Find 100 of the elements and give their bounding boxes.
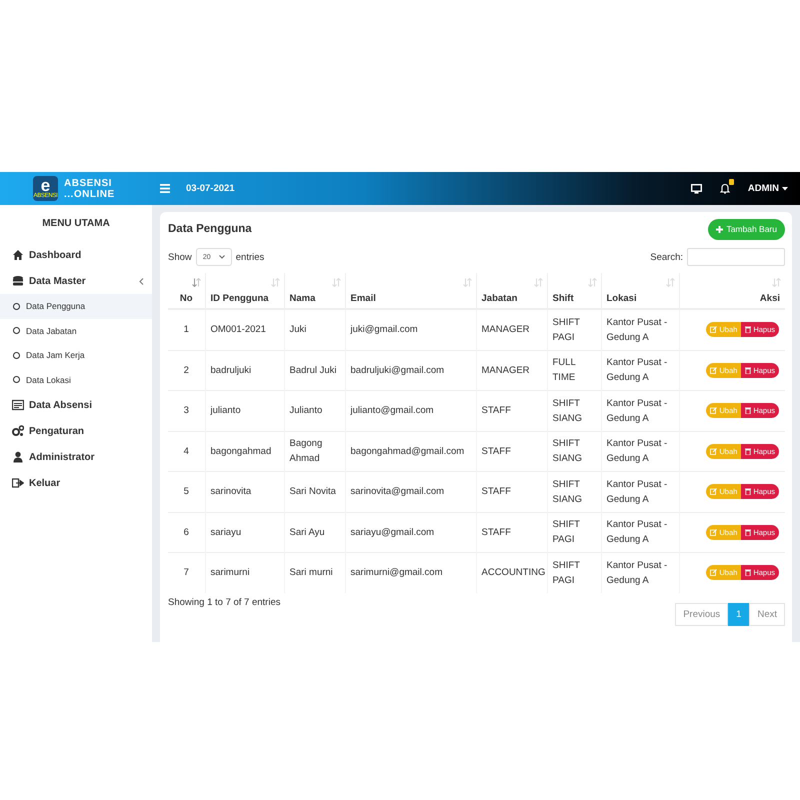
table-cell: SHIFT SIANG	[547, 390, 601, 431]
table-cell: sarimurni@gmail.com	[345, 552, 476, 592]
brand-name: ABSENSI	[64, 178, 113, 188]
column-header[interactable]: Shift	[547, 273, 601, 309]
table-cell: 2	[168, 350, 205, 390]
sort-icon[interactable]	[270, 278, 280, 287]
table-cell: MANAGER	[476, 350, 547, 390]
edit-icon	[710, 569, 718, 576]
edit-icon	[710, 407, 718, 414]
column-header[interactable]: ID Pengguna	[205, 273, 284, 309]
sidebar-item[interactable]: Data Master	[0, 268, 152, 294]
trash-icon	[745, 407, 752, 414]
entries-label: entries	[236, 252, 264, 262]
table-cell: Sari Ayu	[284, 512, 345, 552]
trash-icon	[745, 488, 752, 496]
home-icon	[12, 249, 24, 261]
edit-icon	[710, 488, 718, 496]
gears-icon	[12, 425, 24, 437]
sort-icon[interactable]	[588, 278, 596, 287]
entries-info: Showing 1 to 7 of 7 entries	[168, 596, 280, 608]
table-cell: 7	[168, 552, 205, 592]
date-text: 03-07-2021	[186, 183, 235, 194]
sidebar-subitem[interactable]: Data Lokasi	[0, 368, 152, 392]
column-header[interactable]: Lokasi	[601, 273, 679, 309]
edit-icon	[710, 448, 718, 455]
table-cell: Kantor Pusat - Gedung A	[601, 512, 679, 552]
table-cell: SHIFT PAGI	[547, 552, 601, 592]
sort-icon[interactable]	[332, 278, 340, 287]
trash-icon	[745, 569, 752, 576]
page-button[interactable]: Previous	[675, 602, 728, 626]
table-cell: STAFF	[476, 512, 547, 552]
sidebar-subitem[interactable]: Data Jabatan	[0, 318, 152, 343]
sidebar-item[interactable]: Dashboard	[0, 242, 152, 268]
table-cell: juki@gmail.com	[345, 309, 476, 350]
table-cell: SHIFT SIANG	[547, 472, 601, 512]
table-cell: sariayu	[205, 512, 284, 552]
sort-icon[interactable]	[772, 278, 781, 287]
table-cell: Kantor Pusat - Gedung A	[601, 431, 679, 472]
table-cell: 5	[168, 472, 205, 512]
sign-out-icon	[12, 477, 24, 489]
sidebar-item[interactable]: Keluar	[0, 470, 152, 496]
sidebar-item[interactable]: Administrator	[0, 444, 152, 470]
table-cell: STAFF	[476, 390, 547, 431]
column-header[interactable]: Email	[345, 273, 476, 309]
plus-icon	[716, 226, 724, 232]
trash-icon	[745, 528, 752, 536]
table-cell: Kantor Pusat - Gedung A	[601, 472, 679, 512]
table-cell: 1	[168, 309, 205, 350]
table-cell: Sari murni	[284, 552, 345, 592]
list-icon	[12, 399, 24, 411]
brand-subtitle: ...ONLINE	[64, 188, 115, 200]
user-menu[interactable]: ADMIN	[748, 183, 788, 194]
table-cell: Kantor Pusat - Gedung A	[601, 309, 679, 350]
table-cell: Sari Novita	[284, 472, 345, 512]
table-cell: 3	[168, 390, 205, 431]
sort-icon[interactable]	[534, 278, 542, 287]
sidebar-item[interactable]: Data Absensi	[0, 392, 152, 418]
monitor-icon[interactable]	[690, 184, 702, 194]
table-cell: STAFF	[476, 472, 547, 512]
table-cell: OM001-2021	[205, 309, 284, 350]
table-cell: Bagong Ahmad	[284, 431, 345, 472]
table-cell: sarinovita@gmail.com	[345, 472, 476, 512]
sidebar-subitem[interactable]: Data Pengguna	[0, 294, 152, 318]
sort-icon[interactable]	[666, 278, 674, 287]
column-header[interactable]: Nama	[284, 273, 345, 309]
menu-icon[interactable]	[160, 184, 170, 193]
table-cell: Julianto	[284, 390, 345, 431]
table-cell: sarimurni	[205, 552, 284, 592]
table-cell: Kantor Pusat - Gedung A	[601, 390, 679, 431]
table-cell: sariayu@gmail.com	[345, 512, 476, 552]
page-button[interactable]: Next	[749, 602, 785, 626]
chevron-left-icon[interactable]	[139, 278, 144, 284]
column-header[interactable]: Aksi	[679, 273, 785, 309]
sidebar-subitem[interactable]: Data Jam Kerja	[0, 343, 152, 368]
sort-icon[interactable]	[462, 278, 472, 287]
column-header[interactable]: No	[168, 273, 205, 309]
logo-letter: e	[40, 178, 50, 193]
table-cell: STAFF	[476, 431, 547, 472]
sidebar-item[interactable]: Pengaturan	[0, 418, 152, 444]
table-cell: bagongahmad	[205, 431, 284, 472]
column-header[interactable]: Jabatan	[476, 273, 547, 309]
sort-icon[interactable]	[192, 278, 200, 287]
edit-icon	[710, 326, 718, 334]
table-cell: badruljuki@gmail.com	[345, 350, 476, 390]
table-cell: ACCOUNTING	[476, 552, 547, 592]
trash-icon	[745, 448, 752, 455]
caret-icon	[782, 186, 788, 190]
table-cell: julianto	[205, 390, 284, 431]
table-cell: SHIFT PAGI	[547, 512, 601, 552]
card-title: Data Pengguna	[168, 223, 252, 235]
table-cell: 4	[168, 431, 205, 472]
table-cell: bagongahmad@gmail.com	[345, 431, 476, 472]
table-cell: SHIFT PAGI	[547, 309, 601, 350]
search-field[interactable]	[687, 248, 785, 266]
table-cell: badruljuki	[205, 350, 284, 390]
edit-icon	[710, 528, 718, 536]
chevron-down-icon	[218, 255, 225, 259]
table-cell: julianto@gmail.com	[345, 390, 476, 431]
table-cell: Badrul Juki	[284, 350, 345, 390]
table-cell: FULL TIME	[547, 350, 601, 390]
